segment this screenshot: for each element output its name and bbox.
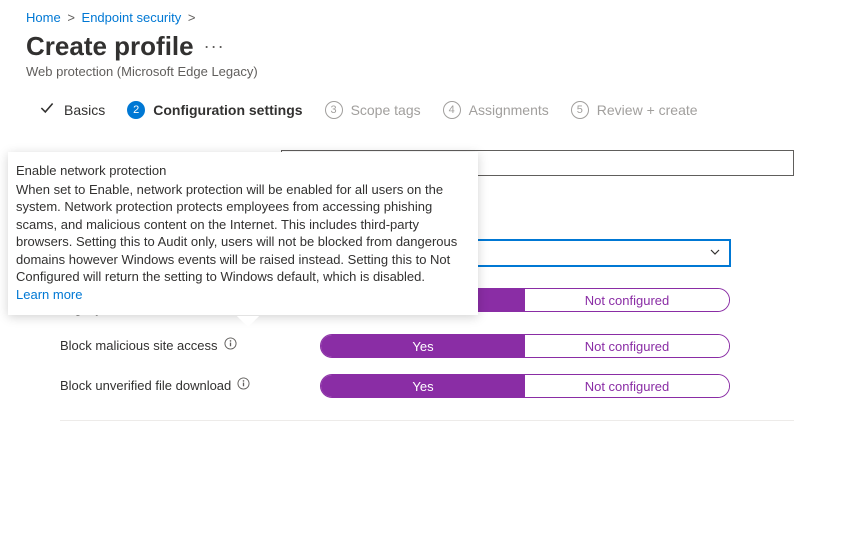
malicious-not-configured[interactable]: Not configured: [525, 335, 729, 357]
step-5-indicator: 5: [571, 101, 589, 119]
chevron-down-icon: [709, 246, 721, 261]
tab-basics[interactable]: Basics: [38, 99, 105, 120]
step-2-indicator: 2: [127, 101, 145, 119]
tab-scope-tags[interactable]: 3 Scope tags: [325, 99, 421, 120]
breadcrumb: Home > Endpoint security >: [0, 0, 842, 25]
tab-assignments[interactable]: 4 Assignments: [443, 99, 549, 120]
smartscreen-not-configured[interactable]: Not configured: [525, 289, 729, 311]
section-divider: [60, 420, 794, 421]
step-3-indicator: 3: [325, 101, 343, 119]
tab-config-label: Configuration settings: [153, 102, 302, 118]
tab-basics-label: Basics: [64, 102, 105, 118]
tooltip-learn-more-link[interactable]: Learn more: [16, 287, 82, 302]
tooltip-title: Enable network protection: [16, 162, 464, 180]
malicious-yes[interactable]: Yes: [321, 335, 525, 357]
unverified-toggle[interactable]: Yes Not configured: [320, 374, 730, 398]
malicious-toggle[interactable]: Yes Not configured: [320, 334, 730, 358]
tab-review-label: Review + create: [597, 102, 698, 118]
tab-scope-label: Scope tags: [351, 102, 421, 118]
breadcrumb-sep: >: [188, 10, 196, 25]
info-icon[interactable]: [237, 377, 250, 390]
unverified-yes[interactable]: Yes: [321, 375, 525, 397]
wizard-tabs: Basics 2 Configuration settings 3 Scope …: [0, 99, 842, 126]
setting-unverified-label: Block unverified file download: [60, 377, 231, 395]
breadcrumb-sep: >: [67, 10, 75, 25]
setting-malicious-label: Block malicious site access: [60, 337, 218, 355]
step-4-indicator: 4: [443, 101, 461, 119]
network-protection-tooltip: Enable network protection When set to En…: [8, 152, 478, 315]
page-subtitle: Web protection (Microsoft Edge Legacy): [0, 62, 842, 99]
breadcrumb-home[interactable]: Home: [26, 10, 61, 25]
more-actions-button[interactable]: ···: [204, 36, 225, 57]
breadcrumb-endpoint-security[interactable]: Endpoint security: [82, 10, 182, 25]
page-title: Create profile: [26, 31, 194, 62]
check-icon: [38, 99, 56, 120]
unverified-not-configured[interactable]: Not configured: [525, 375, 729, 397]
tab-review-create[interactable]: 5 Review + create: [571, 99, 698, 120]
tooltip-body: When set to Enable, network protection w…: [16, 181, 464, 286]
tab-configuration-settings[interactable]: 2 Configuration settings: [127, 99, 302, 120]
info-icon[interactable]: [224, 337, 237, 350]
tab-assignments-label: Assignments: [469, 102, 549, 118]
